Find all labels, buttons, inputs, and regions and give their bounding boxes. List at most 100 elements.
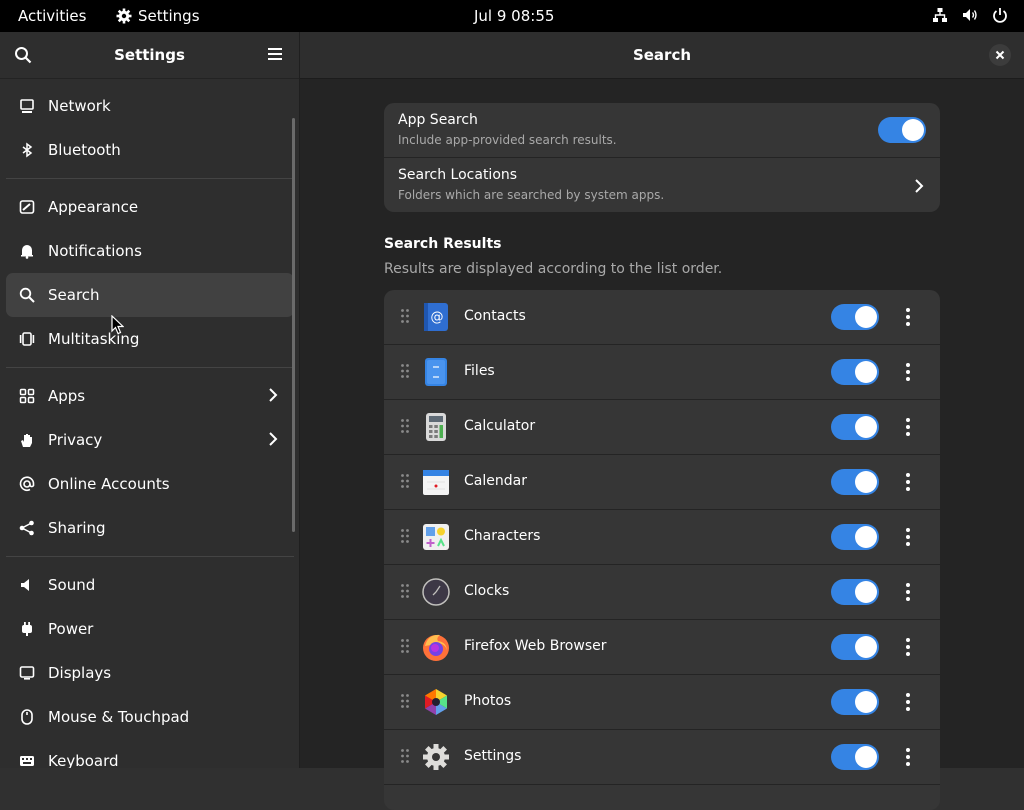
- sidebar-item-label: Network: [48, 97, 111, 115]
- sidebar-item-label: Appearance: [48, 198, 139, 216]
- sidebar-item-privacy[interactable]: Privacy: [6, 418, 294, 462]
- power-plug-icon: [18, 620, 36, 638]
- sidebar-item-online-accounts[interactable]: Online Accounts: [6, 462, 294, 506]
- sidebar-item-label: Multitasking: [48, 330, 140, 348]
- clocks-icon: [422, 578, 450, 606]
- sidebar-item-apps[interactable]: Apps: [6, 374, 294, 418]
- more-options-icon[interactable]: [905, 582, 911, 602]
- sidebar-item-network[interactable]: Network: [6, 84, 294, 128]
- sidebar-item-mouse-touchpad[interactable]: Mouse & Touchpad: [6, 695, 294, 739]
- sidebar-item-label: Displays: [48, 664, 112, 682]
- more-options-icon[interactable]: [905, 362, 911, 382]
- search-result-characters[interactable]: Characters: [384, 510, 940, 565]
- mouse-cursor: [111, 315, 124, 335]
- sidebar-item-label: Bluetooth: [48, 141, 121, 159]
- search-results-heading: Search Results: [384, 236, 502, 252]
- app-search-toggle[interactable]: [878, 117, 926, 143]
- more-options-icon[interactable]: [905, 637, 911, 657]
- search-options-card: App Search Include app-provided search r…: [384, 103, 940, 212]
- volume-icon: [963, 9, 977, 21]
- share-icon: [18, 519, 36, 537]
- power-icon: [993, 8, 1007, 23]
- search-result-clocks[interactable]: Clocks: [384, 565, 940, 620]
- drag-handle-icon[interactable]: [400, 308, 410, 324]
- search-results-list: @ Contacts Files Calculator Calendar Cha…: [384, 290, 940, 810]
- sidebar-item-label: Online Accounts: [48, 475, 170, 493]
- drag-handle-icon[interactable]: [400, 418, 410, 434]
- more-options-icon[interactable]: [905, 417, 911, 437]
- drag-handle-icon[interactable]: [400, 528, 410, 544]
- sidebar-separator: [6, 178, 294, 179]
- system-tray[interactable]: [932, 7, 1008, 23]
- search-locations-row[interactable]: Search Locations Folders which are searc…: [384, 158, 940, 212]
- activities-button[interactable]: Activities: [18, 7, 86, 25]
- bell-icon: [18, 242, 36, 260]
- files-icon: [425, 358, 447, 386]
- top-bar: Activities Settings Jul 9 08:55: [0, 0, 1024, 32]
- drag-handle-icon[interactable]: [400, 693, 410, 709]
- result-app-name: Characters: [464, 528, 541, 544]
- sidebar-item-appearance[interactable]: Appearance: [6, 185, 294, 229]
- result-toggle[interactable]: [831, 469, 879, 495]
- sidebar-item-multitasking[interactable]: Multitasking: [6, 317, 294, 361]
- drag-handle-icon[interactable]: [400, 363, 410, 379]
- search-result-settings[interactable]: Settings: [384, 730, 940, 785]
- app-menu[interactable]: Settings: [116, 7, 200, 25]
- sidebar-separator: [6, 556, 294, 557]
- more-options-icon[interactable]: [905, 747, 911, 767]
- search-results-description: Results are displayed according to the l…: [384, 261, 723, 277]
- sidebar-item-search[interactable]: Search: [6, 273, 294, 317]
- result-toggle[interactable]: [831, 304, 879, 330]
- search-result-firefox[interactable]: Firefox Web Browser: [384, 620, 940, 675]
- result-app-name: Firefox Web Browser: [464, 638, 607, 654]
- chevron-right-icon: [915, 179, 924, 193]
- sidebar-item-sound[interactable]: Sound: [6, 563, 294, 607]
- firefox-icon: [423, 634, 449, 661]
- result-toggle[interactable]: [831, 414, 879, 440]
- search-result-photos[interactable]: Photos: [384, 675, 940, 730]
- search-result-files[interactable]: Files: [384, 345, 940, 400]
- sidebar: Settings Network Bluetooth Appearance No…: [0, 32, 300, 768]
- chevron-right-icon: [269, 388, 278, 402]
- sidebar-item-keyboard[interactable]: Keyboard: [6, 739, 294, 768]
- sidebar-item-bluetooth[interactable]: Bluetooth: [6, 128, 294, 172]
- clock[interactable]: Jul 9 08:55: [474, 7, 554, 25]
- sidebar-scrollbar[interactable]: [292, 118, 295, 532]
- more-options-icon[interactable]: [905, 527, 911, 547]
- drag-handle-icon[interactable]: [400, 473, 410, 489]
- sidebar-item-power[interactable]: Power: [6, 607, 294, 651]
- app-search-row[interactable]: App Search Include app-provided search r…: [384, 103, 940, 158]
- sidebar-item-label: Sharing: [48, 519, 106, 537]
- search-result-calendar[interactable]: Calendar: [384, 455, 940, 510]
- search-icon: [18, 286, 36, 304]
- result-app-name: Calendar: [464, 473, 527, 489]
- sidebar-item-label: Sound: [48, 576, 96, 594]
- close-button[interactable]: [989, 44, 1011, 66]
- result-toggle[interactable]: [831, 634, 879, 660]
- result-toggle[interactable]: [831, 359, 879, 385]
- drag-handle-icon[interactable]: [400, 638, 410, 654]
- app-search-subtitle: Include app-provided search results.: [398, 133, 617, 147]
- sidebar-item-displays[interactable]: Displays: [6, 651, 294, 695]
- mouse-icon: [18, 708, 36, 726]
- search-result-calculator[interactable]: Calculator: [384, 400, 940, 455]
- more-options-icon[interactable]: [905, 307, 911, 327]
- result-toggle[interactable]: [831, 524, 879, 550]
- result-toggle[interactable]: [831, 579, 879, 605]
- apps-icon: [18, 387, 36, 405]
- sidebar-item-notifications[interactable]: Notifications: [6, 229, 294, 273]
- search-result-contacts[interactable]: @ Contacts: [384, 290, 940, 345]
- main-content: Search App Search Include app-provided s…: [300, 32, 1024, 810]
- app-menu-label: Settings: [138, 7, 200, 25]
- result-toggle[interactable]: [831, 744, 879, 770]
- hamburger-menu-icon[interactable]: [267, 47, 283, 61]
- more-options-icon[interactable]: [905, 692, 911, 712]
- result-toggle[interactable]: [831, 689, 879, 715]
- hand-icon: [18, 431, 36, 449]
- more-options-icon[interactable]: [905, 472, 911, 492]
- drag-handle-icon[interactable]: [400, 583, 410, 599]
- photos-icon: [425, 689, 447, 715]
- sidebar-item-sharing[interactable]: Sharing: [6, 506, 294, 550]
- drag-handle-icon[interactable]: [400, 748, 410, 764]
- sidebar-item-label: Power: [48, 620, 94, 638]
